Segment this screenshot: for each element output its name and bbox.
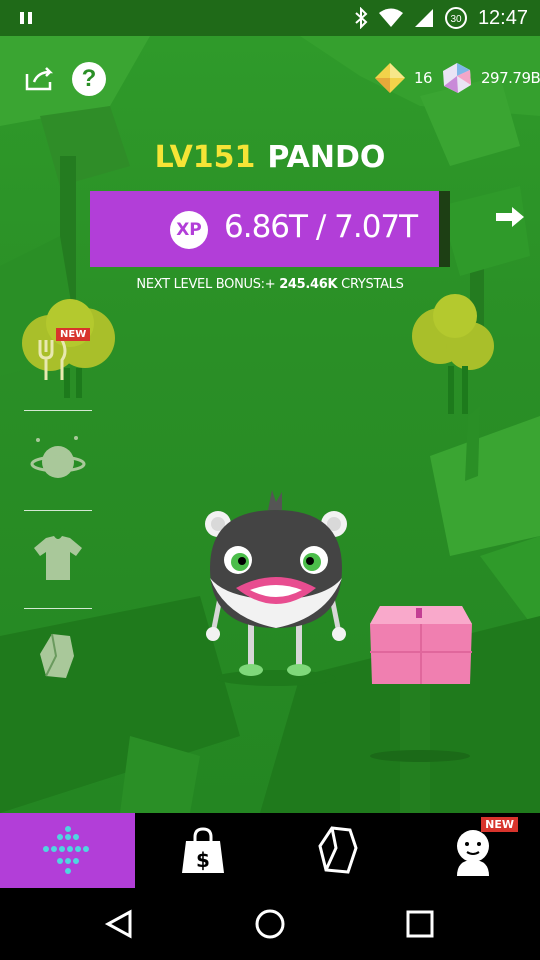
battery-level: 30 (450, 14, 462, 25)
signal-icon (414, 9, 433, 27)
gem-icon (443, 63, 471, 93)
diamond-counter: 16 (374, 62, 433, 94)
new-badge-characters: NEW (481, 817, 518, 832)
xp-text: 6.86T / 7.07T (224, 209, 418, 245)
recents-icon[interactable] (402, 906, 438, 942)
gem-counter: 297.79B (441, 62, 540, 94)
crystal-icon (40, 633, 74, 678)
side-item-outfit[interactable] (24, 526, 92, 606)
pause-icon (20, 12, 34, 24)
clock: 12:47 (477, 6, 528, 29)
system-nav-bar (0, 888, 540, 960)
back-icon[interactable] (102, 906, 138, 942)
bonus-value: 245.46K (279, 277, 338, 292)
side-divider (24, 410, 92, 411)
new-badge-food: NEW (56, 328, 91, 341)
app-screen: 30 12:47 ? 16 297.79B LV151 PANDO XP 6.8… (0, 0, 540, 960)
planet-icon (30, 436, 86, 478)
xp-progress-bar: XP 6.86T / 7.07T (90, 191, 450, 267)
next-level-bonus: NEXT LEVEL BONUS:+ 245.46K CRYSTALS (0, 277, 540, 292)
tab-crystals[interactable] (270, 813, 405, 888)
character-icon (456, 829, 489, 876)
tab-shop[interactable]: $ (135, 813, 270, 888)
bonus-label: NEXT LEVEL BONUS:+ (136, 277, 276, 292)
side-divider (24, 608, 92, 609)
bonus-unit: CRYSTALS (341, 277, 404, 292)
xp-badge: XP (170, 211, 208, 249)
side-item-planet[interactable] (24, 426, 92, 506)
dots-icon (42, 825, 89, 874)
diamond-count: 16 (414, 69, 433, 87)
bottom-tab-bar: $ NEW (0, 813, 540, 888)
status-bar: 30 12:47 (0, 0, 540, 36)
creature-pando[interactable] (196, 488, 356, 688)
game-area[interactable]: ? 16 297.79B LV151 PANDO XP 6.86T / 7.07… (0, 36, 540, 813)
share-icon[interactable] (24, 66, 54, 92)
creature-name: PANDO (267, 140, 386, 175)
side-item-crystal[interactable] (24, 622, 92, 702)
creature-title: LV151 PANDO (0, 140, 540, 175)
help-button[interactable]: ? (72, 62, 106, 96)
side-divider (24, 510, 92, 511)
crystal-icon (317, 825, 358, 874)
tab-characters[interactable]: NEW (405, 813, 540, 888)
tab-home[interactable] (0, 813, 135, 888)
diamond-icon (375, 63, 405, 93)
battery-icon: 30 (444, 7, 467, 29)
treasure-chest[interactable] (366, 594, 476, 694)
tree-creature-decoration (22, 299, 115, 398)
bluetooth-icon (355, 7, 368, 29)
home-icon[interactable] (252, 906, 288, 942)
shirt-icon (34, 536, 82, 580)
svg-text:$: $ (196, 848, 210, 872)
fork-icon (38, 339, 67, 380)
creature-level: LV151 (154, 140, 256, 175)
shopping-bag-icon: $ (181, 826, 224, 873)
arrow-right-icon[interactable] (494, 204, 528, 230)
gem-count: 297.79B (481, 69, 540, 87)
wifi-icon (378, 8, 403, 27)
side-item-food[interactable]: NEW (20, 298, 120, 408)
